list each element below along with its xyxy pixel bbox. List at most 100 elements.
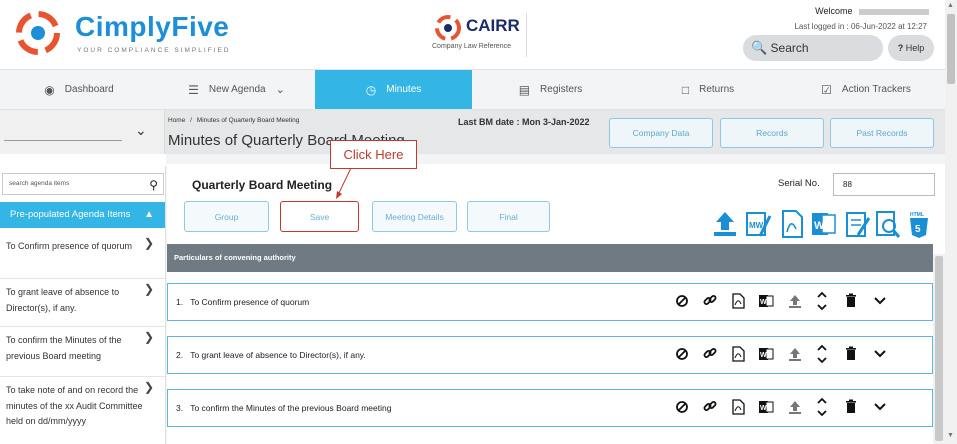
breadcrumb: Home / Minutes of Quarterly Board Meetin… <box>168 117 299 124</box>
word-icon[interactable]: W <box>810 208 838 240</box>
nav-action-trackers[interactable]: ☑ Action Trackers <box>787 70 945 109</box>
sort-icon[interactable] <box>814 344 830 364</box>
final-button[interactable]: Final <box>467 201 550 232</box>
search-icon[interactable]: ⚲ <box>149 175 158 195</box>
search-label: Search <box>770 41 809 55</box>
meeting-details-button[interactable]: Meeting Details <box>372 201 457 232</box>
content-scrollbar[interactable] <box>933 254 945 444</box>
particulars-header[interactable]: Particulars of convening authority <box>167 244 933 272</box>
agenda-item-label: To Confirm presence of quorum <box>6 241 133 251</box>
word-icon[interactable]: W <box>758 397 774 417</box>
agenda-row-title: To Confirm presence of quorum <box>190 297 310 307</box>
agenda-row-number: 3. <box>176 403 184 413</box>
preview-icon[interactable] <box>874 208 902 240</box>
prepopulated-section-header[interactable]: Pre-populated Agenda Items ▲ <box>0 202 165 228</box>
top-header: CimplyFive YOUR COMPLIANCE SIMPLIFIED CA… <box>0 0 945 70</box>
past-records-button[interactable]: Past Records <box>830 118 934 148</box>
agenda-row-text: 3. To confirm the Minutes of the previou… <box>176 390 391 426</box>
cairr-logo-icon <box>435 15 461 41</box>
word-icon[interactable]: W <box>758 344 774 364</box>
global-search-button[interactable]: 🔍 Search <box>743 35 883 61</box>
sidebar-agenda-item[interactable]: To take note of and on record the minute… <box>0 377 165 444</box>
nav-label: New Agenda <box>208 84 266 95</box>
nav-registers[interactable]: ▤ Registers <box>472 70 629 109</box>
serial-label: Serial No. <box>778 178 820 189</box>
nav-new-agenda[interactable]: ☰ New Agenda ⌄ <box>158 70 315 109</box>
records-button[interactable]: Records <box>720 118 824 148</box>
breadcrumb-current: Minutes of Quarterly Board Meeting <box>196 117 300 124</box>
brand-logo-icon <box>16 11 60 55</box>
question-icon: ? <box>897 43 904 53</box>
pdf-icon[interactable] <box>778 208 806 240</box>
delete-icon[interactable] <box>843 397 859 417</box>
brand-name: CimplyFive <box>75 11 230 42</box>
nav-dashboard[interactable]: ◉ Dashboard <box>0 70 158 109</box>
chevron-right-icon: ❯ <box>143 282 154 296</box>
company-data-button[interactable]: Company Data <box>609 118 713 148</box>
delete-icon[interactable] <box>843 344 859 364</box>
sidebar-agenda-item[interactable]: To Confirm presence of quorum ❯ <box>0 233 165 279</box>
agenda-search-input[interactable]: search agenda items ⚲ <box>2 173 164 195</box>
pdf-icon[interactable] <box>730 397 746 417</box>
sort-icon[interactable] <box>814 291 830 311</box>
sidebar-agenda-item[interactable]: To confirm the Minutes of the previous B… <box>0 327 165 377</box>
svg-text:MW: MW <box>749 221 764 230</box>
chevron-down-icon[interactable] <box>872 397 888 417</box>
sort-icon[interactable] <box>814 397 830 417</box>
svg-text:W: W <box>814 220 825 232</box>
group-button[interactable]: Group <box>184 201 269 232</box>
scroll-down-icon[interactable]: ▼ <box>947 432 954 439</box>
agenda-row-text: 1. To Confirm presence of quorum <box>176 284 309 320</box>
pdf-icon[interactable] <box>730 344 746 364</box>
upload-icon[interactable] <box>711 208 739 240</box>
chevron-down-icon[interactable] <box>872 291 888 311</box>
chevron-up-icon: ▲ <box>144 209 154 220</box>
upload-icon[interactable] <box>787 291 803 311</box>
welcome-text: Welcome <box>815 6 929 16</box>
pdf-icon[interactable] <box>730 291 746 311</box>
page-scroll-thumb[interactable] <box>947 14 955 84</box>
delete-icon[interactable] <box>843 291 859 311</box>
sidebar-agenda-item[interactable]: To grant leave of absence to Director(s)… <box>0 279 165 327</box>
html5-icon[interactable]: HTML 5 <box>906 208 932 240</box>
agenda-row-text: 2. To grant leave of absence to Director… <box>176 337 366 373</box>
svg-text:W: W <box>760 299 767 306</box>
save-button[interactable]: Save <box>280 201 359 232</box>
upload-icon[interactable] <box>787 344 803 364</box>
nav-minutes[interactable]: ◷ Minutes <box>315 70 472 109</box>
meeting-title: Quarterly Board Meeting <box>192 178 333 192</box>
help-button[interactable]: ? Help <box>888 35 934 61</box>
agenda-item-label: To grant leave of absence to Director(s)… <box>6 287 120 313</box>
brand-tagline: YOUR COMPLIANCE SIMPLIFIED <box>77 47 231 54</box>
page-scrollbar[interactable]: ▲ ▼ <box>945 0 957 444</box>
edit-word-icon[interactable]: MW <box>744 208 772 240</box>
serial-number-input[interactable]: 88 <box>833 173 935 196</box>
nav-returns[interactable]: □ Returns <box>629 70 787 109</box>
link-icon[interactable] <box>702 397 718 417</box>
nav-label: Dashboard <box>64 84 114 95</box>
company-selector[interactable]: ⌄ <box>0 110 165 154</box>
link-icon[interactable] <box>702 291 718 311</box>
content-scroll-thumb[interactable] <box>935 256 943 441</box>
search-icon: 🔍 <box>751 40 768 55</box>
upload-icon[interactable] <box>787 397 803 417</box>
checklist-icon: ☑ <box>821 82 832 97</box>
chevron-down-icon: ⌄ <box>275 84 285 96</box>
user-name-redacted <box>859 8 929 15</box>
agenda-sidebar: search agenda items ⚲ Pre-populated Agen… <box>0 166 166 444</box>
breadcrumb-home[interactable]: Home <box>168 117 185 124</box>
document-icon: □ <box>681 82 690 97</box>
notes-icon[interactable] <box>843 208 871 240</box>
link-icon[interactable] <box>702 344 718 364</box>
chevron-down-icon[interactable] <box>872 344 888 364</box>
app-page: CimplyFive YOUR COMPLIANCE SIMPLIFIED CA… <box>0 0 957 444</box>
block-icon[interactable] <box>674 291 690 311</box>
scroll-up-icon[interactable]: ▲ <box>947 2 954 9</box>
cairr-name: CAIRR <box>466 16 520 35</box>
word-icon[interactable]: W <box>758 291 774 311</box>
cairr-logo[interactable]: CAIRR Company Law Reference <box>432 13 527 57</box>
palette-icon: ◉ <box>44 82 55 97</box>
block-icon[interactable] <box>674 397 690 417</box>
block-icon[interactable] <box>674 344 690 364</box>
brand-logo[interactable]: CimplyFive YOUR COMPLIANCE SIMPLIFIED <box>15 9 229 61</box>
